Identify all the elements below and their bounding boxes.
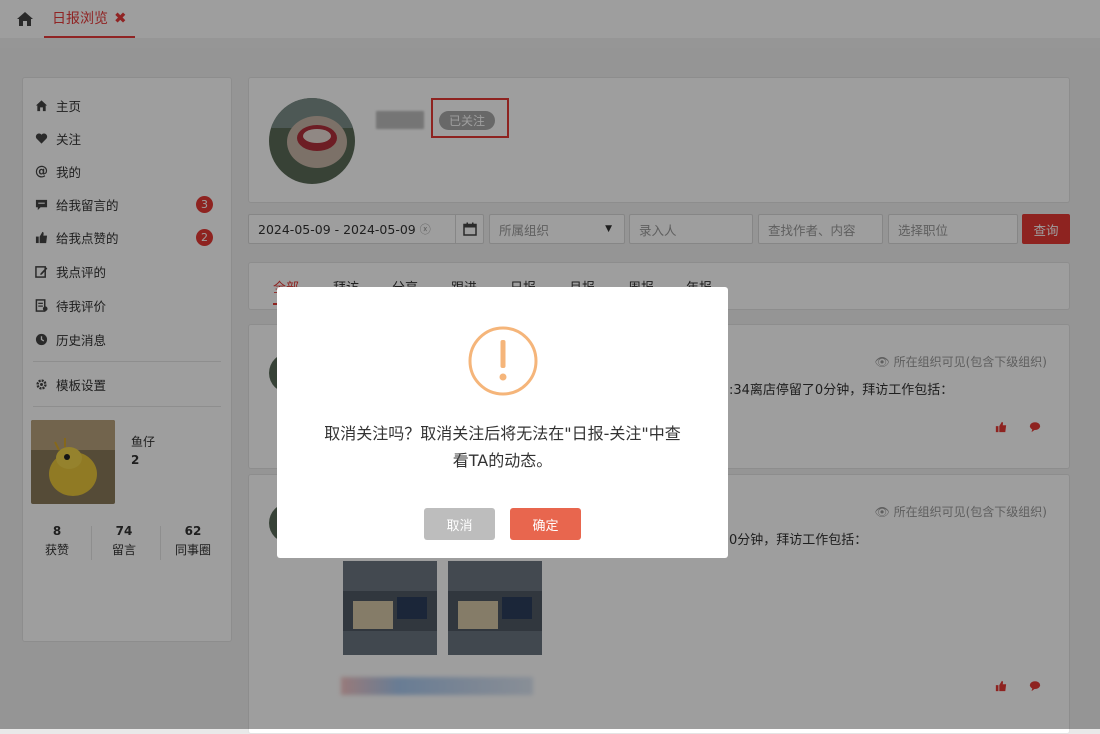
dialog-message: 取消关注吗？取消关注后将无法在"日报-关注"中查 看TA的动态。 — [307, 420, 698, 474]
confirm-button[interactable]: 确定 — [510, 508, 581, 540]
dialog-message-line: 看TA的动态。 — [452, 451, 553, 470]
exclamation-circle-icon — [468, 326, 538, 396]
unfollow-confirm-dialog: 取消关注吗？取消关注后将无法在"日报-关注"中查 看TA的动态。 取消 确定 — [277, 287, 728, 558]
dialog-message-line: 取消关注吗？取消关注后将无法在"日报-关注"中查 — [324, 424, 681, 443]
cancel-button[interactable]: 取消 — [424, 508, 495, 540]
